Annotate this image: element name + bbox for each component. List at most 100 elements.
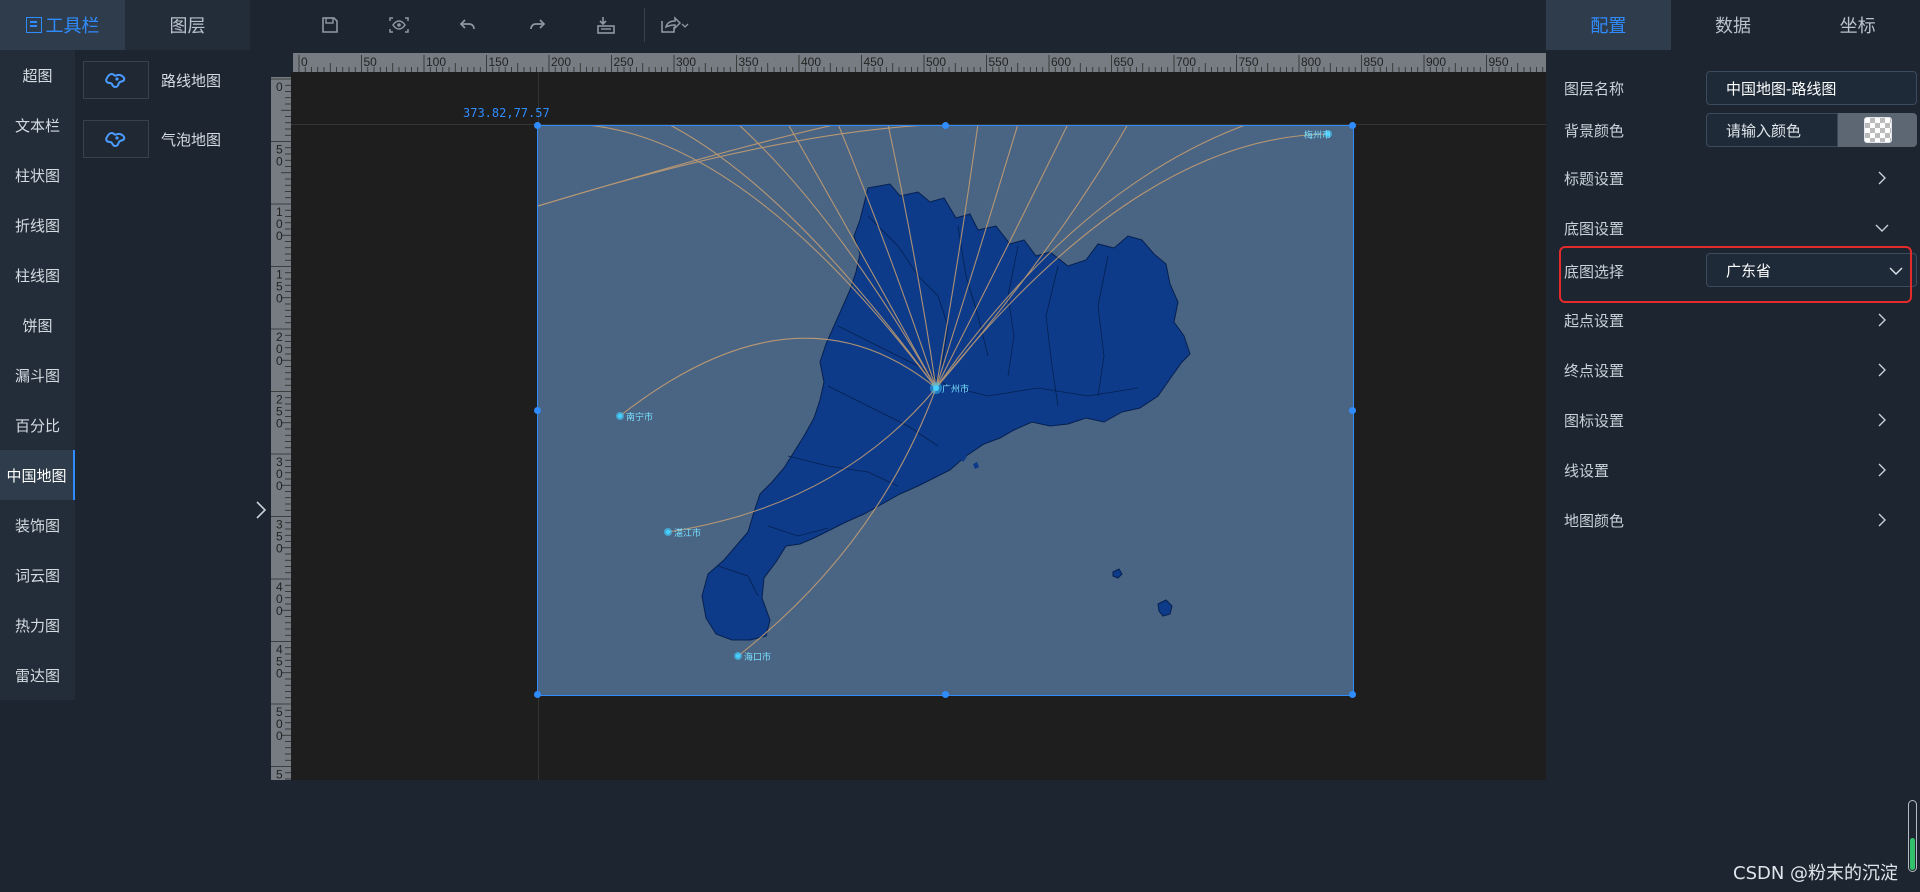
chevron-right-icon bbox=[1878, 171, 1886, 185]
ruler-tick-label: 5 bbox=[276, 780, 283, 781]
basemap-select-dropdown[interactable]: 广东省 bbox=[1706, 253, 1917, 287]
ruler-tick-label: 0 bbox=[276, 229, 283, 243]
variant-route-map-label: 路线地图 bbox=[161, 71, 222, 90]
chevron-right-icon bbox=[1878, 463, 1886, 477]
component-category-item[interactable]: 中国地图 bbox=[0, 450, 75, 500]
bg-color-input[interactable]: 请输入颜色 bbox=[1706, 113, 1838, 147]
basemap-select-row: 底图选择 广东省 bbox=[1564, 251, 1917, 291]
tab-data[interactable]: 数据 bbox=[1671, 0, 1796, 50]
basemap-settings-row[interactable]: 底图设置 bbox=[1564, 208, 1902, 248]
component-category-item[interactable]: 文本栏 bbox=[0, 100, 75, 150]
color-picker-button[interactable] bbox=[1838, 113, 1917, 147]
ruler-tick-label: 0 bbox=[276, 729, 283, 743]
ruler-tick-label: 0 bbox=[276, 604, 283, 618]
save-icon bbox=[321, 17, 338, 33]
vertical-ruler[interactable]: 05010015020025030035040045050055 bbox=[271, 77, 291, 780]
component-category-item[interactable]: 热力图 bbox=[0, 600, 75, 650]
ruler-tick-label: 150 bbox=[489, 55, 509, 69]
line-settings-row[interactable]: 线设置 bbox=[1564, 450, 1902, 490]
component-category-item[interactable]: 柱状图 bbox=[0, 150, 75, 200]
tab-toolbox[interactable]: 工具栏 bbox=[0, 0, 125, 50]
left-tab-bar: 工具栏 图层 bbox=[0, 0, 250, 50]
resize-handle-top[interactable] bbox=[942, 122, 949, 129]
icon-settings-row[interactable]: 图标设置 bbox=[1564, 400, 1902, 440]
city-label-meizhou: 梅州市 bbox=[1304, 131, 1332, 141]
ruler-tick-label: 500 bbox=[926, 55, 946, 69]
ruler-tick-label: 900 bbox=[1426, 55, 1446, 69]
component-variant-list: 路线地图 气泡地图 bbox=[75, 50, 270, 850]
watermark-text: CSDN @粉末的沉淀 bbox=[1733, 863, 1899, 884]
resize-handle-top-right[interactable] bbox=[1349, 122, 1356, 129]
resize-handle-bottom[interactable] bbox=[942, 691, 949, 698]
component-category-item[interactable]: 百分比 bbox=[0, 400, 75, 450]
save-button[interactable] bbox=[295, 3, 364, 47]
start-settings-label: 起点设置 bbox=[1564, 311, 1625, 330]
component-category-item[interactable]: 超图 bbox=[0, 50, 75, 100]
map-color-row[interactable]: 地图颜色 bbox=[1564, 500, 1902, 540]
component-category-item[interactable]: 装饰图 bbox=[0, 500, 75, 550]
tab-layers[interactable]: 图层 bbox=[125, 0, 250, 50]
chevron-right-icon bbox=[1878, 413, 1886, 427]
position-readout: 373.82,77.57 bbox=[463, 106, 550, 120]
tab-config[interactable]: 配置 bbox=[1546, 0, 1671, 50]
ruler-tick-label: 0 bbox=[276, 542, 283, 556]
component-category-item[interactable]: 饼图 bbox=[0, 300, 75, 350]
preview-button[interactable] bbox=[364, 3, 433, 47]
ruler-tick-label: 300 bbox=[676, 55, 696, 69]
ruler-tick-label: 850 bbox=[1364, 55, 1384, 69]
component-category-item[interactable]: 词云图 bbox=[0, 550, 75, 600]
vertical-ruler-ticks: 05010015020025030035040045050055 bbox=[271, 78, 291, 781]
component-category-list: 超图 文本栏 柱状图 折线图 柱线图 饼图 漏斗图 百分比 中国地图 装饰图 词云图 热力图 雷达图 bbox=[0, 50, 75, 700]
line-settings-label: 线设置 bbox=[1564, 461, 1610, 480]
config-panel: 图层名称 中国地图-路线图 背景颜色 请输入颜色 标题设置 底图设置 底图选择 … bbox=[1546, 50, 1920, 892]
resize-handle-top-left[interactable] bbox=[534, 122, 541, 129]
variant-route-map[interactable]: 路线地图 bbox=[83, 61, 221, 99]
component-category-item[interactable]: 折线图 bbox=[0, 200, 75, 250]
end-settings-label: 终点设置 bbox=[1564, 361, 1625, 380]
layer-name-row: 图层名称 中国地图-路线图 bbox=[1564, 68, 1917, 108]
import-icon bbox=[596, 17, 615, 34]
ruler-tick-label: 0 bbox=[276, 417, 283, 431]
ruler-tick-label: 200 bbox=[551, 55, 571, 69]
ruler-tick-label: 50 bbox=[364, 55, 378, 69]
guangdong-route-map bbox=[538, 126, 1332, 660]
ruler-tick-label: 0 bbox=[276, 354, 283, 368]
variant-bubble-map-label: 气泡地图 bbox=[161, 130, 222, 149]
ruler-corner bbox=[271, 53, 291, 72]
scroll-indicator[interactable] bbox=[1908, 800, 1917, 872]
horizontal-ruler-ticks: 0 50 100 150 200 250 300 350 400 450 500 550 600 650 7… bbox=[298, 55, 1544, 72]
variant-bubble-map[interactable]: 气泡地图 bbox=[83, 120, 221, 158]
collapse-panel-button[interactable] bbox=[252, 498, 270, 522]
toolbox-icon bbox=[25, 17, 42, 33]
import-button[interactable] bbox=[571, 3, 640, 47]
horizontal-ruler[interactable]: 0 50 100 150 200 250 300 350 400 450 500 550 600 650 7… bbox=[293, 53, 1546, 72]
transparent-swatch-icon bbox=[1863, 117, 1892, 143]
island-shape bbox=[1112, 568, 1173, 617]
ruler-tick-label: 250 bbox=[614, 55, 634, 69]
export-icon bbox=[661, 16, 689, 33]
editor-canvas[interactable]: 373.82,77.57 广州市 湛江市 海口市 南宁市 梅州市 bbox=[291, 72, 1546, 780]
resize-handle-bottom-right[interactable] bbox=[1349, 691, 1356, 698]
layer-name-label: 图层名称 bbox=[1564, 79, 1625, 98]
export-button[interactable] bbox=[649, 3, 699, 47]
resize-handle-right[interactable] bbox=[1349, 407, 1356, 414]
tab-coordinates[interactable]: 坐标 bbox=[1795, 0, 1920, 50]
bg-color-label: 背景颜色 bbox=[1564, 121, 1625, 140]
resize-handle-left[interactable] bbox=[534, 407, 541, 414]
chevron-right-icon bbox=[256, 501, 267, 519]
layer-name-input[interactable]: 中国地图-路线图 bbox=[1706, 71, 1917, 105]
component-category-item[interactable]: 雷达图 bbox=[0, 650, 75, 700]
tab-layers-label: 图层 bbox=[169, 16, 206, 37]
undo-icon bbox=[459, 19, 475, 30]
component-category-item[interactable]: 柱线图 bbox=[0, 250, 75, 300]
title-settings-row[interactable]: 标题设置 bbox=[1564, 158, 1902, 198]
redo-button[interactable] bbox=[502, 3, 571, 47]
right-tab-bar: 配置 数据 坐标 bbox=[1546, 0, 1920, 50]
resize-handle-bottom-left[interactable] bbox=[534, 691, 541, 698]
undo-button[interactable] bbox=[433, 3, 502, 47]
start-settings-row[interactable]: 起点设置 bbox=[1564, 300, 1902, 340]
component-category-item[interactable]: 漏斗图 bbox=[0, 350, 75, 400]
bubble-map-icon bbox=[105, 132, 126, 148]
route-map-widget[interactable]: 广州市 湛江市 海口市 南宁市 梅州市 bbox=[534, 122, 1356, 698]
end-settings-row[interactable]: 终点设置 bbox=[1564, 350, 1902, 390]
